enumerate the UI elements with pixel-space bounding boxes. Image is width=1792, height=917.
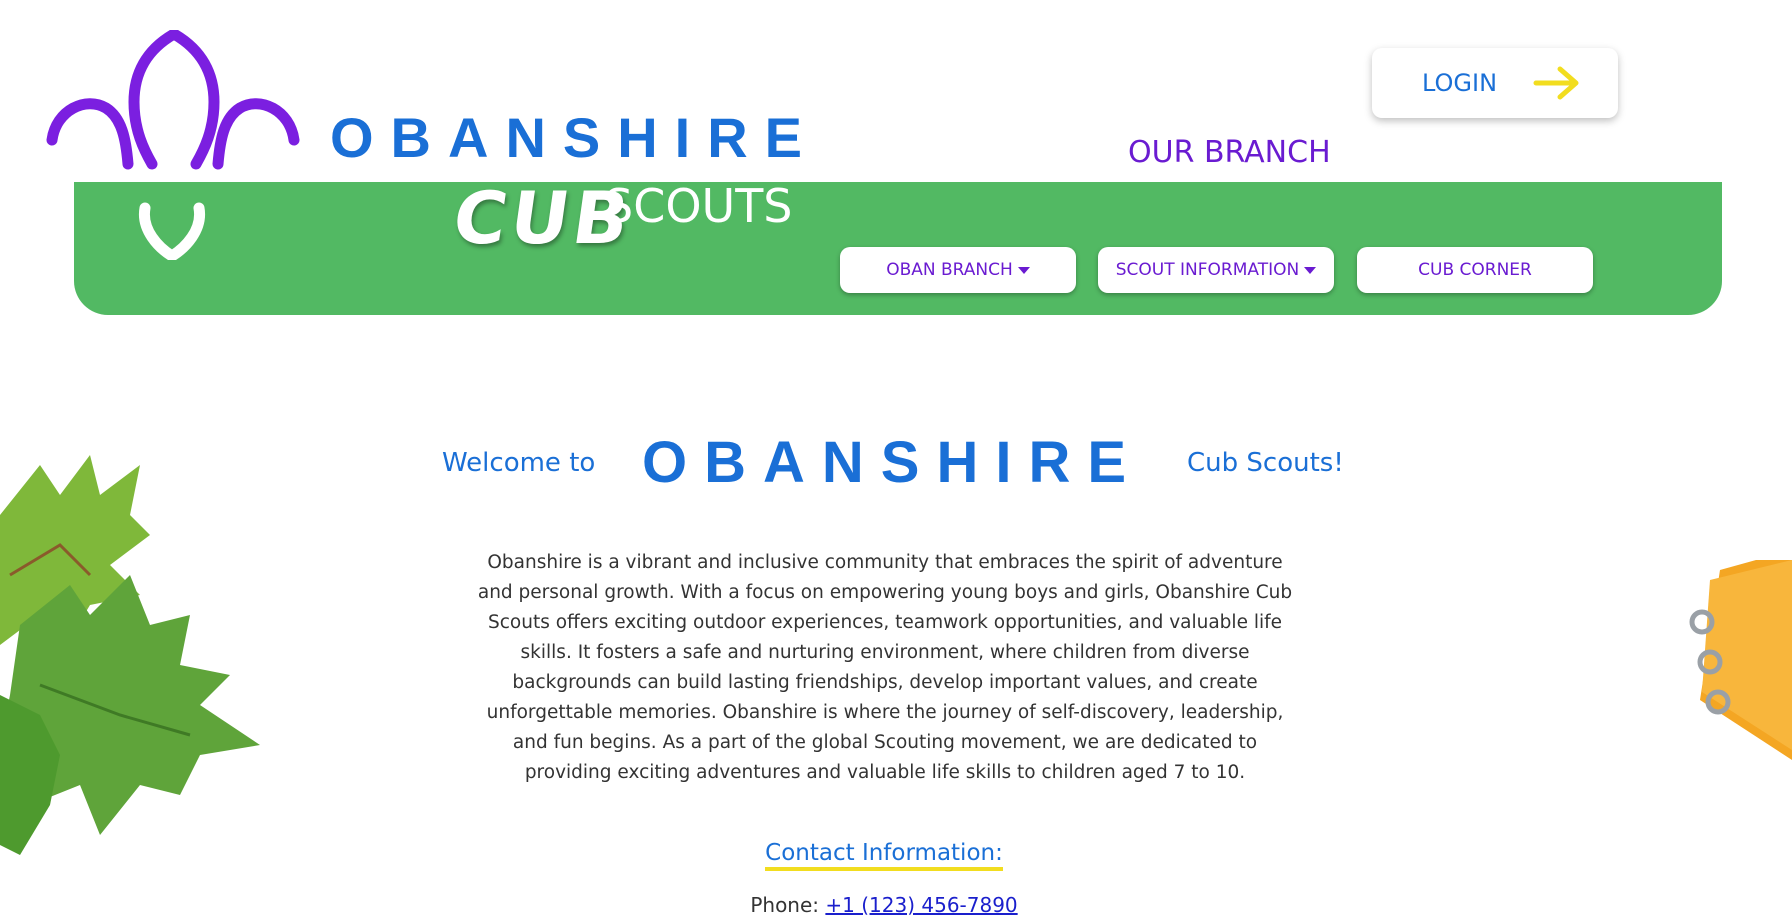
about-paragraph: Obanshire is a vibrant and inclusive com… [477, 552, 1293, 783]
phone-line: Phone: +1 (123) 456-7890 [0, 893, 1768, 917]
login-label: LOGIN [1422, 69, 1498, 97]
site-header: OBANSHIRE LOGIN OUR BRANCH CUB SCOUTS OB… [0, 0, 1792, 320]
scouts-wordmark: SCOUTS [604, 179, 793, 233]
caret-down-icon [1304, 266, 1317, 274]
phone-label: Phone: [750, 893, 820, 917]
nav-cub-corner-button[interactable]: CUB CORNER [1357, 247, 1593, 293]
phone-link[interactable]: +1 (123) 456-7890 [825, 893, 1017, 917]
caret-down-icon [1017, 266, 1030, 274]
notebook-illustration [1689, 560, 1792, 760]
leaf-illustration [0, 455, 260, 855]
login-button[interactable]: LOGIN [1372, 48, 1618, 118]
nav-scout-information-label: SCOUT INFORMATION [1115, 260, 1300, 280]
nav-oban-branch-label: OBAN BRANCH [886, 260, 1013, 280]
contact-heading: Contact Information: [0, 840, 1768, 871]
nav-oban-branch-button[interactable]: OBAN BRANCH [840, 247, 1076, 293]
nav-scout-information-button[interactable]: SCOUT INFORMATION [1098, 247, 1334, 293]
branch-title: OUR BRANCH [1128, 135, 1331, 170]
welcome-prefix: Welcome to [442, 448, 596, 478]
welcome-brand: OBANSHIRE [642, 430, 1144, 495]
welcome-suffix: Cub Scouts! [1187, 448, 1344, 478]
fleur-de-lis-base-icon [138, 202, 206, 260]
fleur-de-lis-icon[interactable] [46, 30, 300, 170]
nav-cub-corner-label: CUB CORNER [1418, 260, 1532, 280]
contact-heading-text: Contact Information: [765, 840, 1003, 871]
arrow-right-icon [1533, 66, 1579, 100]
logo-wordmark: OBANSHIRE [330, 106, 820, 169]
welcome-heading: Welcome to OBANSHIRE Cub Scouts! [0, 430, 1792, 500]
